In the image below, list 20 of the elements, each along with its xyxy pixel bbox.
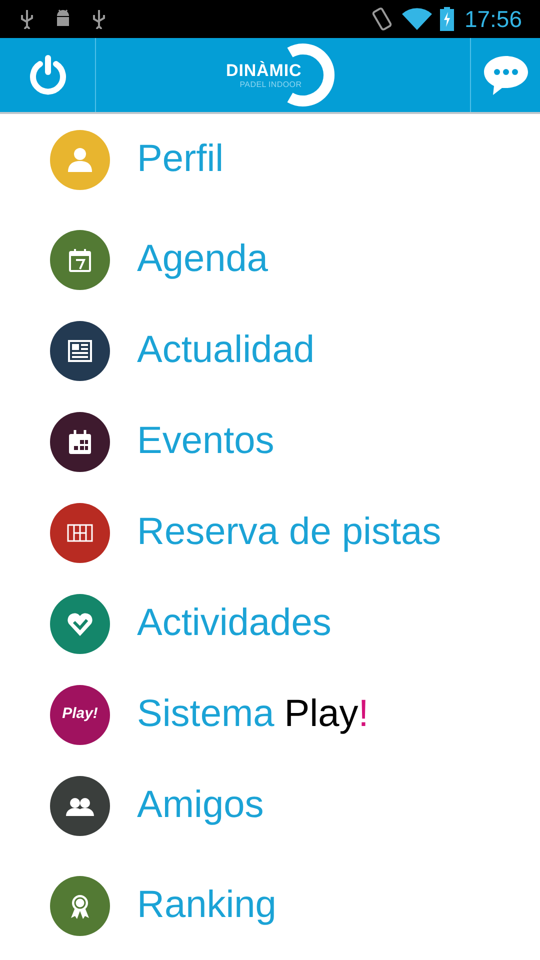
menu-item[interactable]: Amigos xyxy=(137,777,264,834)
menu-item[interactable]: Perfil xyxy=(137,131,224,188)
menu-item[interactable]: Sistema Play! xyxy=(137,686,369,743)
menu-item[interactable]: Actualidad xyxy=(137,322,314,379)
play-label: Play! xyxy=(62,704,98,724)
menu-item[interactable]: Eventos xyxy=(137,413,274,470)
clock: 17:56 xyxy=(464,4,522,34)
wifi-icon xyxy=(402,8,432,30)
menu-item[interactable]: Reserva de pistas xyxy=(137,504,442,561)
vibrate-icon xyxy=(370,6,394,32)
battery-icon xyxy=(440,7,454,31)
chat-icon xyxy=(482,54,528,96)
usb-icon xyxy=(90,9,108,29)
menu-item[interactable]: Ranking xyxy=(137,877,276,934)
logo-title: DINÀMIC xyxy=(226,62,302,78)
menu-item[interactable]: Actividades xyxy=(137,595,332,652)
power-icon xyxy=(28,55,66,95)
menu-item[interactable]: Agenda xyxy=(137,231,268,288)
logo-subtitle: PADEL INDOOR xyxy=(240,80,302,88)
usb-icon xyxy=(18,9,36,29)
